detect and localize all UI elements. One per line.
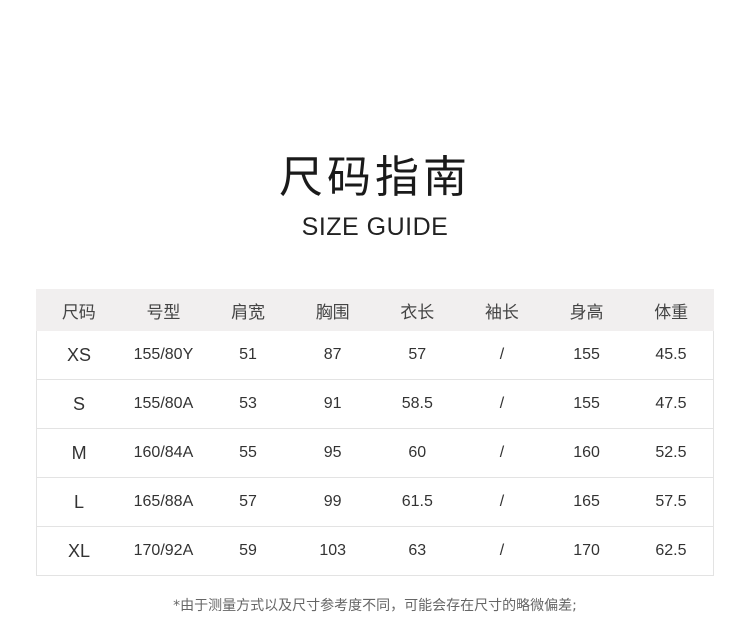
cell-weight: 62.5 [628, 526, 714, 576]
cell-length: 57 [375, 331, 460, 380]
cell-shoulder: 53 [205, 379, 291, 429]
header-height: 身高 [543, 289, 630, 331]
table-row: M 160/84A 55 95 60 / 160 52.5 [36, 428, 714, 478]
cell-weight: 47.5 [628, 379, 714, 429]
header-size: 尺码 [36, 289, 122, 331]
cell-model: 155/80A [121, 379, 206, 429]
table-row: XS 155/80Y 51 87 57 / 155 45.5 [36, 331, 714, 380]
cell-chest: 87 [290, 331, 375, 380]
cell-length: 60 [375, 428, 460, 478]
cell-sleeve: / [459, 331, 545, 380]
page-title: 尺码指南 [279, 152, 471, 203]
cell-size: L [36, 477, 122, 527]
cell-size: M [36, 428, 122, 478]
cell-weight: 45.5 [628, 331, 714, 380]
header-chest: 胸围 [289, 289, 376, 331]
header-weight: 体重 [628, 289, 714, 331]
header-shoulder: 肩宽 [205, 289, 291, 331]
cell-chest: 91 [290, 379, 375, 429]
cell-weight: 52.5 [628, 428, 714, 478]
cell-model: 155/80Y [121, 331, 206, 380]
table-row: S 155/80A 53 91 58.5 / 155 47.5 [36, 379, 714, 429]
header-length: 衣长 [374, 289, 461, 331]
cell-size: XL [36, 526, 122, 576]
size-table: 尺码 号型 肩宽 胸围 衣长 袖长 身高 体重 XS 155/80Y 51 87… [36, 289, 714, 576]
cell-size: S [36, 379, 122, 429]
cell-shoulder: 55 [205, 428, 291, 478]
cell-chest: 99 [290, 477, 375, 527]
cell-model: 170/92A [121, 526, 206, 576]
cell-sleeve: / [459, 526, 545, 576]
cell-height: 170 [544, 526, 629, 576]
cell-length: 61.5 [375, 477, 460, 527]
cell-model: 160/84A [121, 428, 206, 478]
cell-height: 165 [544, 477, 629, 527]
cell-model: 165/88A [121, 477, 206, 527]
cell-chest: 103 [290, 526, 375, 576]
cell-length: 63 [375, 526, 460, 576]
cell-size: XS [36, 331, 122, 380]
table-row: L 165/88A 57 99 61.5 / 165 57.5 [36, 477, 714, 527]
cell-height: 155 [544, 379, 629, 429]
header-sleeve: 袖长 [459, 289, 545, 331]
cell-height: 160 [544, 428, 629, 478]
cell-shoulder: 57 [205, 477, 291, 527]
table-header-row: 尺码 号型 肩宽 胸围 衣长 袖长 身高 体重 [36, 289, 714, 331]
cell-sleeve: / [459, 428, 545, 478]
cell-weight: 57.5 [628, 477, 714, 527]
cell-chest: 95 [290, 428, 375, 478]
table-row: XL 170/92A 59 103 63 / 170 62.5 [36, 526, 714, 576]
cell-shoulder: 51 [205, 331, 291, 380]
cell-shoulder: 59 [205, 526, 291, 576]
header-model: 号型 [120, 289, 207, 331]
cell-length: 58.5 [375, 379, 460, 429]
cell-height: 155 [544, 331, 629, 380]
measurement-note: *由于测量方式以及尺寸参考度不同，可能会存在尺寸的略微偏差; [173, 598, 577, 614]
page-subtitle: SIZE GUIDE [301, 213, 449, 241]
cell-sleeve: / [459, 477, 545, 527]
cell-sleeve: / [459, 379, 545, 429]
